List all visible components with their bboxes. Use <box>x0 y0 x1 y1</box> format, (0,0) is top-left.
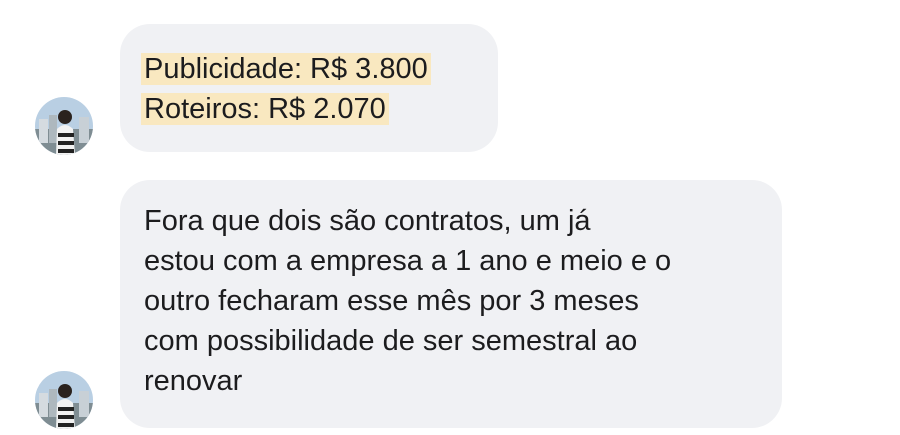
message-line: estou com a empresa a 1 ano e meio e o <box>144 245 672 277</box>
message-bubble[interactable]: Fora que dois são contratos, um já estou… <box>120 180 782 428</box>
message-line: Fora que dois são contratos, um já <box>144 205 591 237</box>
message-bubble[interactable]: Publicidade: R$ 3.800 Roteiros: R$ 2.070 <box>120 24 498 152</box>
message-line: Roteiros: R$ 2.070 <box>141 89 498 129</box>
highlighted-text: Publicidade: R$ 3.800 <box>141 53 431 85</box>
sender-avatar[interactable] <box>35 97 93 155</box>
message-line: outro fecharam esse mês por 3 meses <box>144 285 639 317</box>
message-line: renovar <box>144 365 243 397</box>
message-line: com possibilidade de ser semestral ao <box>144 325 638 357</box>
sender-avatar[interactable] <box>35 371 93 429</box>
highlighted-text: Roteiros: R$ 2.070 <box>141 93 389 125</box>
avatar-photo <box>35 371 93 429</box>
avatar-photo <box>35 97 93 155</box>
message-line: Publicidade: R$ 3.800 <box>141 49 498 89</box>
